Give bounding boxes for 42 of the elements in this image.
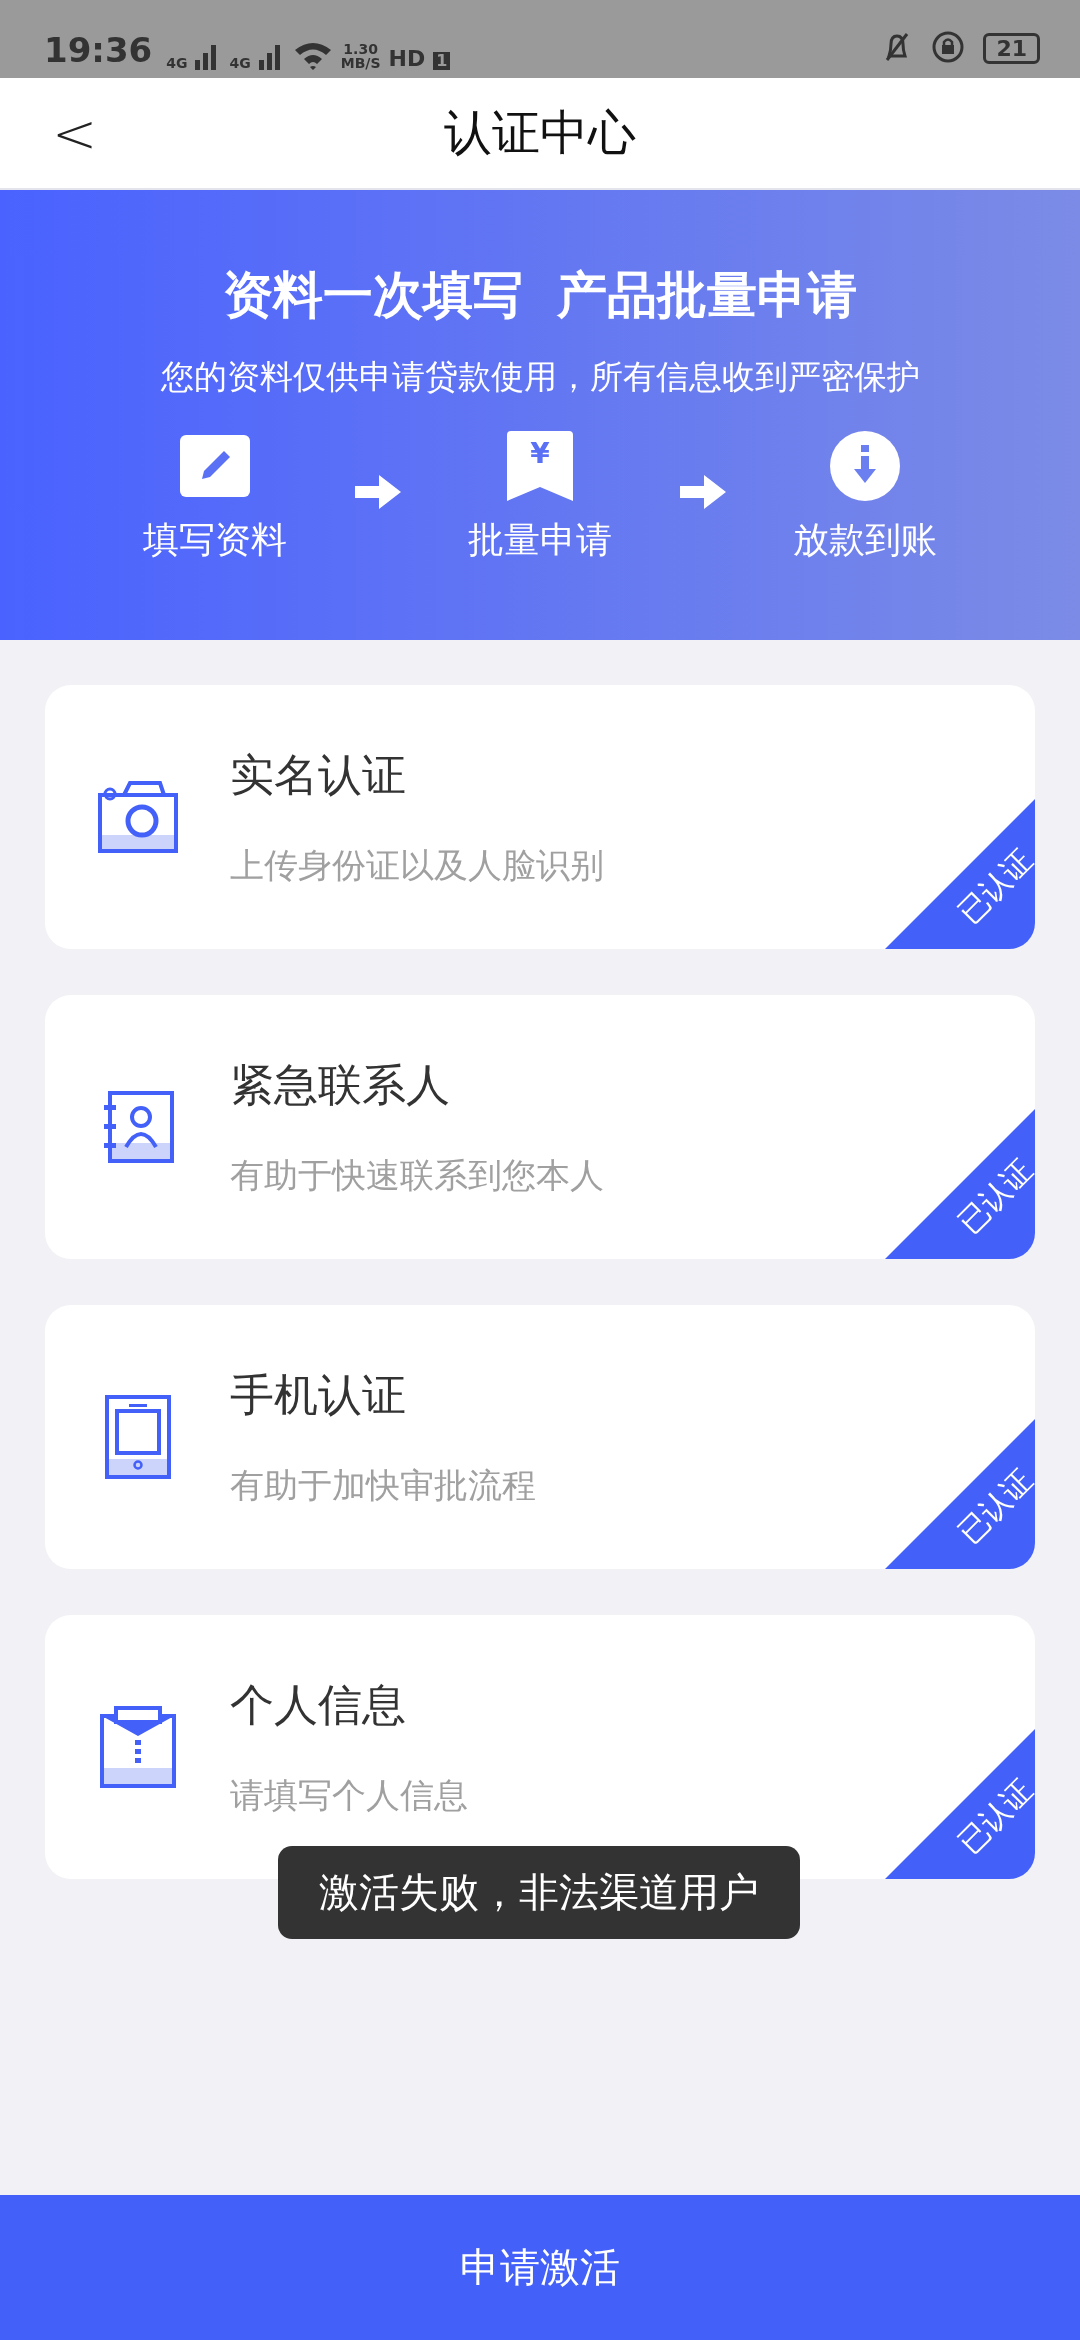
right-arrow-icon [354, 475, 401, 509]
verified-label: 已认证 [950, 1460, 1035, 1552]
battery-level: 21 [983, 33, 1040, 64]
verification-card[interactable]: 实名认证 上传身份证以及人脸识别 已认证 [45, 685, 1035, 949]
pencil-icon [180, 435, 250, 497]
page-title: 认证中心 [444, 103, 636, 162]
network-label: 4G [166, 56, 188, 70]
contact-book-icon [101, 1091, 174, 1163]
right-arrow-icon [679, 475, 726, 509]
hd-label: HD [388, 48, 426, 70]
yen-bookmark-icon: ¥ [507, 431, 573, 501]
tablet-icon [104, 1395, 171, 1479]
activate-button[interactable]: 申请激活 [0, 2195, 1080, 2340]
network-label: 4G [229, 56, 251, 70]
verification-card[interactable]: 紧急联系人 有助于快速联系到您本人 已认证 [45, 995, 1035, 1259]
card-subtitle: 有助于加快审批流程 [230, 1463, 536, 1507]
rotation-lock-icon [931, 30, 966, 64]
card-title: 实名认证 [230, 747, 407, 802]
banner-subtitle: 您的资料仅供申请贷款使用，所有信息收到严密保护 [160, 356, 920, 398]
verified-label: 已认证 [950, 840, 1035, 932]
speed-value: 1.30 [343, 42, 378, 56]
error-toast: 激活失败，非法渠道用户 [278, 1846, 800, 1939]
step-label: 批量申请 [468, 518, 612, 562]
card-title: 个人信息 [230, 1677, 407, 1732]
step-label: 填写资料 [143, 518, 287, 562]
card-subtitle: 有助于快速联系到您本人 [230, 1153, 604, 1197]
camera-icon [97, 779, 178, 855]
verification-card[interactable]: 手机认证 有助于加快审批流程 已认证 [45, 1305, 1035, 1569]
step-label: 放款到账 [793, 518, 937, 562]
card-title: 紧急联系人 [230, 1057, 451, 1112]
card-title: 手机认证 [230, 1367, 407, 1422]
back-button[interactable]: < [0, 101, 98, 165]
card-subtitle: 请填写个人信息 [230, 1773, 468, 1817]
verified-label: 已认证 [950, 1150, 1035, 1242]
hd-index: 1 [433, 52, 451, 70]
banner-headline: 资料一次填写 产品批量申请 [222, 265, 858, 326]
clipboard-icon [99, 1706, 176, 1788]
speed-unit: MB/S [340, 56, 381, 70]
verified-label: 已认证 [950, 1770, 1035, 1862]
down-arrow-circle-icon [830, 431, 900, 501]
card-subtitle: 上传身份证以及人脸识别 [230, 843, 604, 887]
clock: 19:36 [44, 30, 153, 70]
